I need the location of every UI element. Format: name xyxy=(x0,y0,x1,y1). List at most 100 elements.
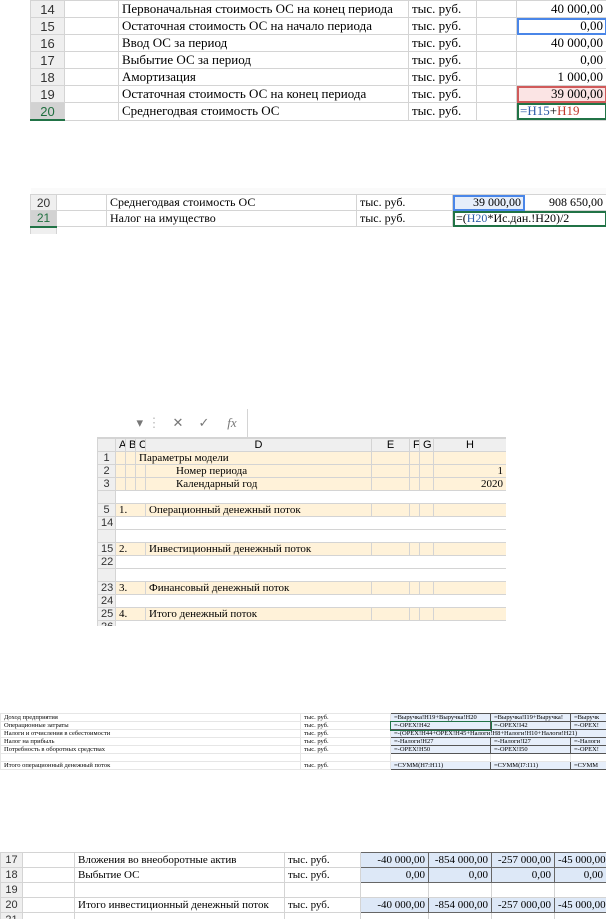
cell-formula[interactable]: =СУММ xyxy=(570,761,606,770)
cell-formula[interactable] xyxy=(570,753,606,762)
period-label[interactable]: Номер периода xyxy=(145,464,372,478)
cell-formula[interactable]: =СУММ(I7:I11) xyxy=(490,761,571,770)
row-header[interactable]: 24 xyxy=(97,594,116,608)
cell-value[interactable] xyxy=(428,882,492,898)
column-header-g[interactable]: G xyxy=(419,438,434,452)
cell-label[interactable] xyxy=(74,882,285,898)
cell-value[interactable]: 40 000,00 xyxy=(516,34,606,52)
cell-label[interactable]: Налог на имущество xyxy=(106,210,357,227)
cell-label[interactable]: Вложения во внеоборотные актив xyxy=(74,852,285,868)
select-all-corner[interactable] xyxy=(97,438,116,452)
cell-value[interactable]: 0,00 xyxy=(554,867,606,883)
cell-unit[interactable]: тыс. руб. xyxy=(408,51,477,69)
cell-unit[interactable] xyxy=(300,753,391,762)
cell-formula[interactable]: =-Налоги!I27 xyxy=(490,737,571,746)
cell-value[interactable] xyxy=(554,912,606,919)
cell-value[interactable]: -257 000,00 xyxy=(491,852,555,868)
cell-unit[interactable]: тыс. руб. xyxy=(300,761,391,770)
row-header[interactable]: 1 xyxy=(97,451,116,465)
column-header-c[interactable]: C xyxy=(135,438,146,452)
row-header[interactable]: 20 xyxy=(30,194,57,211)
cell-unit[interactable]: тыс. руб. xyxy=(300,713,391,722)
period-value[interactable]: 1 xyxy=(433,464,506,478)
row-header[interactable]: 18 xyxy=(0,867,23,883)
cell-formula[interactable]: =-OPEX! xyxy=(570,745,606,754)
row-header[interactable]: 16 xyxy=(30,34,65,52)
cell-value[interactable]: 0,00 xyxy=(516,51,606,69)
cell-value[interactable] xyxy=(491,912,555,919)
row-header[interactable]: 14 xyxy=(30,0,65,18)
cell-unit[interactable]: тыс. руб. xyxy=(408,102,477,121)
cell-formula[interactable]: =(H20*Ис.дан.!H20)/2 xyxy=(452,210,606,227)
section-label[interactable]: Финансовый денежный поток xyxy=(145,581,372,595)
formula-input[interactable] xyxy=(247,409,506,437)
cell-formula[interactable] xyxy=(490,753,571,762)
cell-label[interactable]: Налоги и отчисления в себестоимости xyxy=(0,729,301,738)
cell-formula[interactable]: =-OPEX!I42 xyxy=(490,721,571,730)
column-header-a[interactable]: A xyxy=(115,438,126,452)
section-label[interactable]: Инвестиционный денежный поток xyxy=(145,542,372,556)
cell-value[interactable]: -45 000,00 xyxy=(554,897,606,913)
cell-value[interactable]: 1 000,00 xyxy=(516,68,606,86)
cell-unit[interactable]: тыс. руб. xyxy=(408,68,477,86)
cell-unit[interactable]: тыс. руб. xyxy=(408,17,477,35)
cell-label[interactable]: Амортизация xyxy=(118,68,409,86)
cell-unit[interactable]: тыс. руб. xyxy=(408,0,477,18)
cell-value[interactable] xyxy=(428,912,492,919)
cell-label[interactable]: Остаточная стоимость ОС на начало период… xyxy=(118,17,409,35)
cell-value[interactable]: -854 000,00 xyxy=(428,897,492,913)
cell-unit[interactable]: тыс. руб. xyxy=(408,34,477,52)
row-header[interactable]: 23 xyxy=(97,581,116,595)
row-header[interactable]: 18 xyxy=(30,68,65,86)
cell-unit[interactable]: тыс. руб. xyxy=(300,737,391,746)
cell-value[interactable]: 0,00 xyxy=(360,867,429,883)
cell-formula[interactable]: =-Налоги!H27 xyxy=(390,737,491,746)
cell-value[interactable]: 908 650,00 xyxy=(524,194,606,211)
row-header[interactable]: 15 xyxy=(97,542,116,556)
cell-value[interactable] xyxy=(360,882,429,898)
section-label[interactable]: Итого денежный поток xyxy=(145,607,372,621)
cell-unit[interactable]: тыс. руб. xyxy=(300,721,391,730)
cancel-icon[interactable]: ✕ xyxy=(165,415,191,431)
row-header[interactable]: 2 xyxy=(97,464,116,478)
row-header[interactable]: 19 xyxy=(30,85,65,103)
section-label[interactable]: Операционный денежный поток xyxy=(145,503,372,517)
row-header[interactable]: 25 xyxy=(97,607,116,621)
cell-value[interactable]: -257 000,00 xyxy=(491,897,555,913)
row-header[interactable]: 17 xyxy=(30,51,65,69)
cell-formula[interactable] xyxy=(390,753,491,762)
cell-label[interactable]: Потребность в оборотных средствах xyxy=(0,745,301,754)
column-header-h[interactable]: H xyxy=(433,438,506,452)
row-header[interactable]: 26 xyxy=(97,620,116,626)
cell-value[interactable] xyxy=(491,882,555,898)
row-header[interactable]: 3 xyxy=(97,477,116,491)
confirm-icon[interactable]: ✓ xyxy=(191,415,217,431)
cell-label[interactable]: Выбытие ОС xyxy=(74,867,285,883)
cell-formula[interactable]: =Выручк xyxy=(570,713,606,722)
cell-label[interactable] xyxy=(74,912,285,919)
cell-formula[interactable]: =Выручка!I19+Выручка! xyxy=(490,713,571,722)
row-header[interactable]: 21 xyxy=(0,912,23,919)
cell-formula[interactable]: =-OPEX!H42 xyxy=(389,720,492,731)
row-header[interactable]: 19 xyxy=(0,882,23,898)
cell-label[interactable]: Доход предприятия xyxy=(0,713,301,722)
cell-unit[interactable]: тыс. руб. xyxy=(284,897,361,913)
cell-unit[interactable]: тыс. руб. xyxy=(284,867,361,883)
row-header[interactable]: 17 xyxy=(0,852,23,868)
function-icon[interactable]: fx xyxy=(217,415,247,431)
cell-value[interactable]: 0,00 xyxy=(516,17,606,35)
cell-value[interactable]: -40 000,00 xyxy=(360,897,429,913)
year-label[interactable]: Календарный год xyxy=(145,477,372,491)
cell-unit[interactable]: тыс. руб. xyxy=(284,852,361,868)
column-header-e[interactable]: E xyxy=(371,438,410,452)
column-header-d[interactable]: D xyxy=(145,438,372,452)
cell-label[interactable]: Первоначальная стоимость ОС на конец пер… xyxy=(118,0,409,18)
column-header-f[interactable]: F xyxy=(409,438,420,452)
section-number[interactable]: 4. xyxy=(115,607,146,621)
section-number[interactable]: 1. xyxy=(115,503,146,517)
cell-value[interactable]: -854 000,00 xyxy=(428,852,492,868)
cell-unit[interactable]: тыс. руб. xyxy=(300,729,391,738)
cell-label[interactable]: Среднегодвая стоимость ОС xyxy=(106,194,357,211)
cell-unit[interactable] xyxy=(284,912,361,919)
cell-value[interactable]: 0,00 xyxy=(428,867,492,883)
